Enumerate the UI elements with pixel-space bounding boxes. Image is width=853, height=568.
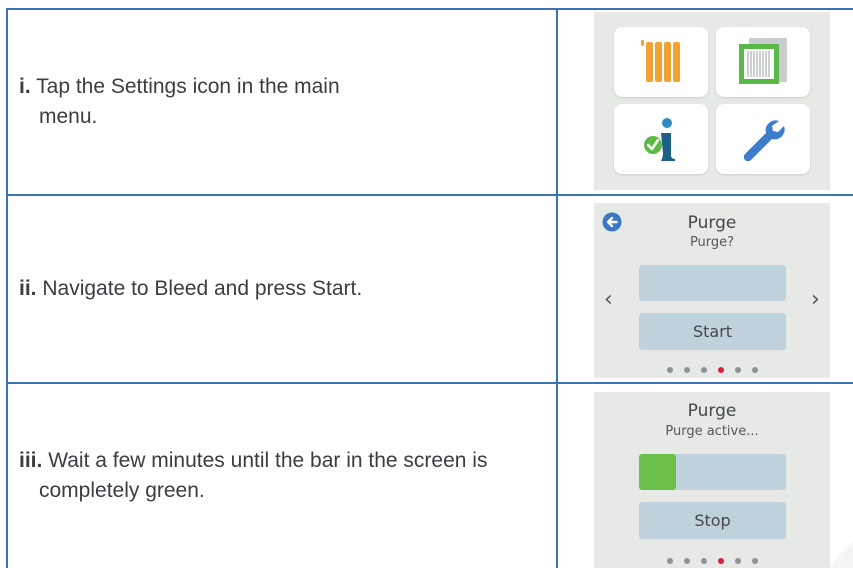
page-indicator bbox=[594, 367, 830, 373]
page-dot-active bbox=[717, 367, 724, 373]
step-line-continued: completely green. bbox=[39, 479, 205, 502]
step-text-3: iii. Wait a few minutes until the bar in… bbox=[8, 446, 507, 506]
page-dot bbox=[751, 367, 758, 373]
page-curl-decoration bbox=[829, 542, 853, 568]
page-dot-active bbox=[717, 558, 724, 564]
purge-active-screen: Purge Purge active... Stop bbox=[594, 392, 830, 568]
chevron-right-icon[interactable]: › bbox=[811, 287, 820, 312]
screen-subtitle: Purge active... bbox=[665, 424, 759, 439]
page-dot bbox=[734, 558, 741, 564]
info-icon bbox=[644, 118, 675, 161]
stop-button[interactable]: Stop bbox=[639, 502, 786, 539]
filter-tile[interactable] bbox=[716, 27, 810, 97]
wrench-icon bbox=[743, 120, 785, 162]
step-text-2: ii. Navigate to Bleed and press Start. bbox=[8, 274, 382, 304]
purge-start-screen: Purge Purge? ‹ › Start bbox=[594, 203, 830, 378]
page-dot bbox=[700, 558, 707, 564]
step-line: Navigate to Bleed and press Start. bbox=[42, 277, 363, 300]
progress-bar bbox=[639, 265, 786, 301]
step-row-1: i. Tap the Settings icon in the main men… bbox=[8, 10, 558, 194]
filter-icon bbox=[739, 38, 787, 84]
step-number: iii. bbox=[19, 449, 43, 472]
progress-fill bbox=[639, 454, 676, 490]
page-dot bbox=[683, 558, 690, 564]
step-number: i. bbox=[19, 75, 31, 98]
main-menu-screen bbox=[594, 12, 830, 190]
page-dot bbox=[700, 367, 707, 373]
page-indicator bbox=[594, 558, 830, 564]
chevron-left-icon[interactable]: ‹ bbox=[604, 287, 613, 312]
settings-tile[interactable] bbox=[716, 104, 810, 174]
screen-title: Purge bbox=[687, 401, 737, 421]
page-dot bbox=[734, 367, 741, 373]
step-row-2: ii. Navigate to Bleed and press Start. bbox=[8, 196, 558, 382]
info-tile[interactable] bbox=[614, 104, 708, 174]
page-dot bbox=[666, 558, 673, 564]
page-dot bbox=[666, 367, 673, 373]
step-line-continued: menu. bbox=[39, 105, 98, 128]
screen-title: Purge bbox=[687, 213, 737, 233]
progress-bar bbox=[639, 454, 786, 490]
step-line: Tap the Settings icon in the main bbox=[36, 75, 340, 98]
page-dot bbox=[751, 558, 758, 564]
step-text-1: i. Tap the Settings icon in the main men… bbox=[8, 72, 360, 132]
step-number: ii. bbox=[19, 277, 37, 300]
heating-tile[interactable] bbox=[614, 27, 708, 97]
step-row-3: iii. Wait a few minutes until the bar in… bbox=[8, 384, 558, 568]
step-line: Wait a few minutes until the bar in the … bbox=[48, 449, 488, 472]
start-button[interactable]: Start bbox=[639, 313, 786, 350]
radiator-icon bbox=[641, 40, 680, 82]
page-dot bbox=[683, 367, 690, 373]
screen-subtitle: Purge? bbox=[689, 235, 735, 250]
